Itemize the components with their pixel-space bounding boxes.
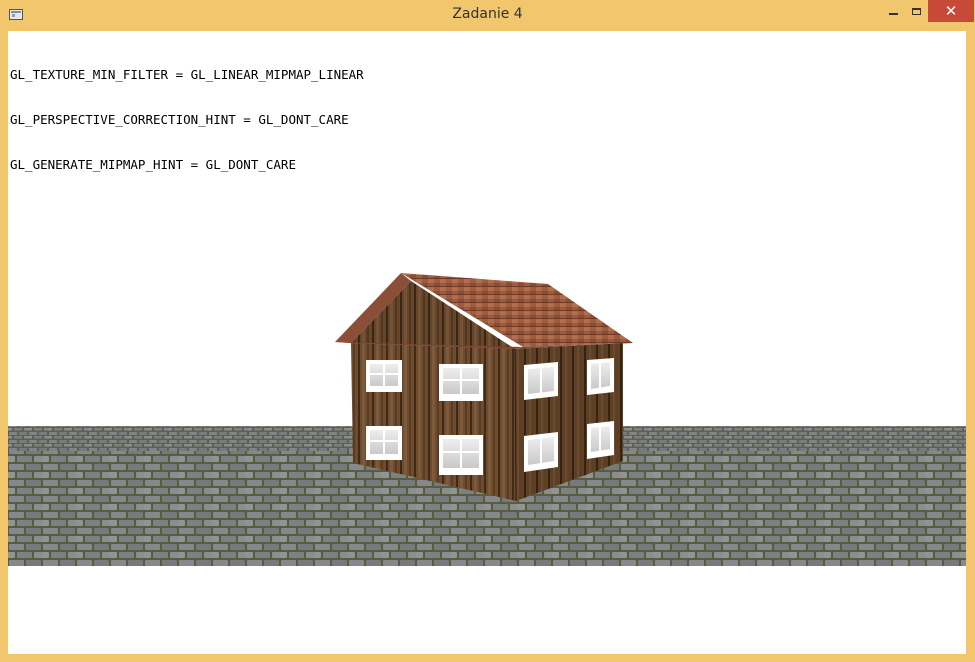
maximize-icon [911, 7, 921, 15]
close-icon: ✕ [944, 2, 958, 20]
window [439, 364, 483, 401]
overlay-line-perspective-hint: GL_PERSPECTIVE_CORRECTION_HINT = GL_DONT… [10, 112, 349, 127]
window [439, 435, 483, 475]
window [587, 421, 614, 459]
minimize-icon [888, 13, 898, 15]
gl-viewport[interactable]: GL_TEXTURE_MIN_FILTER = GL_LINEAR_MIPMAP… [8, 31, 966, 654]
maximize-button[interactable] [906, 0, 926, 22]
minimize-button[interactable] [880, 0, 906, 22]
window [366, 360, 402, 392]
window [587, 358, 614, 395]
title-bar[interactable]: Zadanie 4 ✕ [0, 0, 975, 31]
close-button[interactable]: ✕ [928, 0, 974, 22]
overlay-line-mipmap-hint: GL_GENERATE_MIPMAP_HINT = GL_DONT_CARE [10, 157, 296, 172]
window [524, 362, 558, 400]
overlay-line-min-filter: GL_TEXTURE_MIN_FILTER = GL_LINEAR_MIPMAP… [10, 67, 364, 82]
window [524, 432, 558, 472]
window-title: Zadanie 4 [452, 6, 523, 22]
house-model [335, 273, 633, 502]
app-window: Zadanie 4 ✕ GL_TEXTURE_MIN_FILTER = GL_L… [0, 0, 975, 662]
gl-settings-overlay: GL_TEXTURE_MIN_FILTER = GL_LINEAR_MIPMAP… [10, 37, 364, 202]
window [366, 426, 402, 460]
